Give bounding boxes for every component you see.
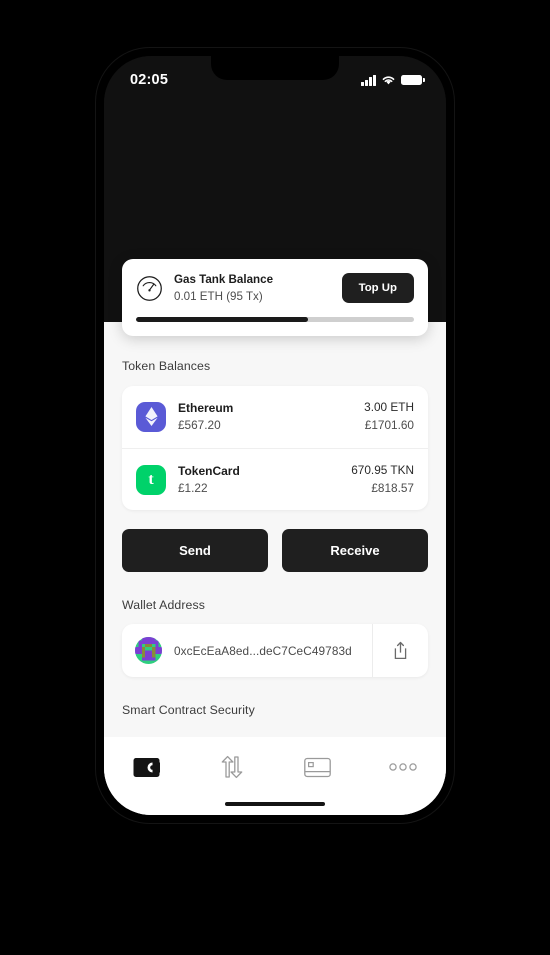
tokencard-glyph-icon: t (148, 470, 154, 488)
phone-screen: 02:05 Wallet Balance £2, (104, 56, 446, 815)
share-icon (394, 642, 407, 660)
transfer-arrows-icon (221, 755, 243, 779)
identicon-avatar (135, 637, 162, 665)
table-row[interactable]: t TokenCard £1.22 670.95 TKN £818.57 (122, 447, 428, 511)
tokencard-icon: t (136, 464, 166, 495)
screenshot-root: 02:05 Wallet Balance £2, (0, 0, 550, 955)
status-icons (361, 74, 425, 86)
token-balances-card: Ethereum £567.20 3.00 ETH £1701.60 t Tok… (122, 386, 428, 511)
gas-tank-text: Gas Tank Balance 0.01 ETH (95 Tx) (174, 272, 331, 305)
battery-icon (401, 74, 425, 86)
token-price: £1.22 (178, 480, 208, 495)
phone-frame: 02:05 Wallet Balance £2, (96, 48, 454, 823)
identicon-pattern-icon (135, 637, 162, 665)
wifi-icon (382, 76, 395, 85)
send-button[interactable]: Send (122, 529, 268, 573)
wallet-address-label: Wallet Address (122, 598, 205, 613)
token-name: Ethereum (178, 401, 234, 415)
wallet-address-card: 0xcEcEaA8ed...deC7CeC49783d (122, 624, 428, 678)
token-price: £567.20 (178, 418, 221, 433)
token-name: TokenCard (178, 463, 240, 478)
ethereum-glyph-icon (144, 407, 158, 427)
gas-tank-subtitle: 0.01 ETH (95 Tx) (174, 289, 263, 303)
signal-bars-icon (361, 74, 376, 86)
token-amounts: 670.95 TKN £818.57 (351, 463, 414, 496)
share-address-button[interactable] (372, 624, 428, 678)
token-balances-label: Token Balances (122, 359, 211, 373)
tab-card[interactable] (275, 750, 361, 784)
gas-tank-card[interactable]: Gas Tank Balance 0.01 ETH (95 Tx) Top Up (122, 259, 428, 336)
gas-tank-progress-track (136, 316, 414, 322)
receive-button[interactable]: Receive (282, 529, 428, 573)
gas-tank-title: Gas Tank Balance (174, 273, 274, 286)
notch (211, 56, 339, 80)
smart-contract-security-label: Smart Contract Security (122, 703, 255, 718)
main-content: Token Balances Ethereum £567.20 3.00 ETH… (104, 322, 446, 737)
tab-wallet[interactable] (104, 750, 190, 784)
wallet-address-value: 0xcEcEaA8ed...deC7CeC49783d (174, 643, 352, 658)
home-indicator (225, 801, 325, 806)
gas-tank-row: Gas Tank Balance 0.01 ETH (95 Tx) Top Up (136, 272, 414, 305)
status-time: 02:05 (130, 72, 169, 88)
tab-more[interactable] (361, 750, 447, 784)
top-up-button[interactable]: Top Up (341, 273, 414, 304)
token-fiat-value: £1701.60 (364, 418, 414, 433)
table-row[interactable]: Ethereum £567.20 3.00 ETH £1701.60 (122, 386, 428, 448)
tab-transfer[interactable] (190, 750, 276, 784)
more-dots-icon (389, 763, 417, 771)
wallet-icon (133, 757, 161, 777)
card-icon (304, 757, 332, 777)
gas-tank-progress-fill (136, 316, 309, 322)
token-fiat-value: £818.57 (371, 480, 414, 495)
action-buttons: Send Receive (122, 529, 428, 573)
token-amounts: 3.00 ETH £1701.60 (364, 400, 414, 433)
wallet-address-row[interactable]: 0xcEcEaA8ed...deC7CeC49783d (122, 624, 372, 677)
token-quantity: 3.00 ETH (364, 400, 414, 415)
token-info: TokenCard £1.22 (178, 463, 339, 497)
ethereum-icon (136, 401, 166, 432)
token-quantity: 670.95 TKN (351, 462, 414, 477)
gauge-icon (137, 276, 162, 301)
token-info: Ethereum £567.20 (178, 400, 352, 434)
